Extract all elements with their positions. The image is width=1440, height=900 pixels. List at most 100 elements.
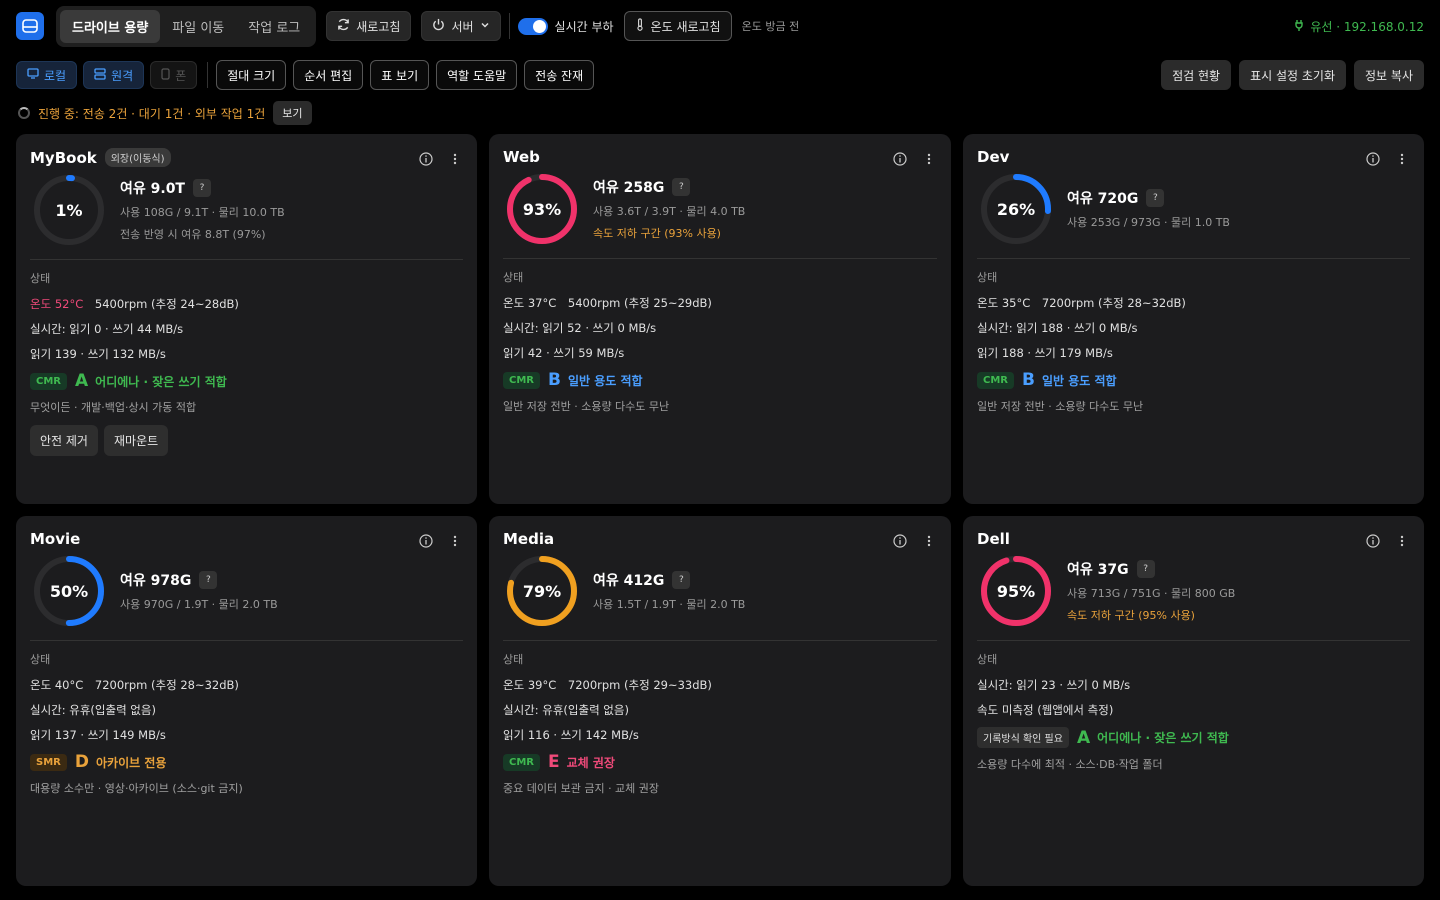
card-actions bbox=[419, 152, 457, 169]
usage-percent: 1% bbox=[55, 200, 83, 220]
filter-phone[interactable]: 폰 bbox=[150, 61, 198, 89]
info-icon[interactable] bbox=[893, 152, 907, 169]
usage-note: 일반 저장 전반 · 소용량 다수도 무난 bbox=[503, 400, 670, 413]
drive-card-mybook: MyBook 외장(이동식) 1% 여유 9.0T ? 사용 108G / 9.… bbox=[16, 134, 477, 504]
drive-name: Web bbox=[503, 148, 540, 166]
more-vertical-icon[interactable] bbox=[453, 153, 457, 168]
table-view-button[interactable]: 표 보기 bbox=[370, 60, 430, 90]
server-label: 서버 bbox=[451, 19, 474, 34]
recording-tag: CMR bbox=[30, 372, 67, 390]
usage-detail: 사용 253G / 973G · 물리 1.0 TB bbox=[1067, 216, 1230, 229]
remount-button[interactable]: 재마운트 bbox=[103, 425, 169, 456]
recording-tag: 기록방식 확인 필요 bbox=[977, 727, 1069, 748]
realtime-toggle[interactable] bbox=[517, 17, 548, 35]
status-heading: 상태 bbox=[977, 653, 998, 666]
divider bbox=[503, 258, 937, 259]
tab-job-log[interactable]: 작업 로그 bbox=[236, 10, 312, 43]
read-write-speed: 읽기 188 · 쓰기 179 MB/s bbox=[977, 346, 1113, 360]
drive-name: Movie bbox=[30, 530, 81, 548]
tab-drive-capacity[interactable]: 드라이브 용량 bbox=[60, 9, 161, 43]
usage-percent: 26% bbox=[996, 199, 1036, 219]
realtime-io: 실시간: 유휴(입출력 없음) bbox=[30, 703, 156, 717]
progress-status: 진행 중: 전송 2건 · 대기 1건 · 외부 작업 1건 보기 bbox=[18, 101, 312, 125]
divider bbox=[30, 640, 463, 641]
rpm: 5400rpm (추정 25~29dB) bbox=[567, 296, 712, 310]
tab-file-move[interactable]: 파일 이동 bbox=[160, 10, 236, 43]
role-help-button[interactable]: 역할 도움말 bbox=[436, 60, 518, 90]
more-vertical-icon[interactable] bbox=[1400, 153, 1404, 168]
grade-description: 어디에나 · 잦은 쓰기 적합 bbox=[1097, 731, 1229, 745]
more-vertical-icon[interactable] bbox=[1400, 535, 1404, 550]
info-icon[interactable] bbox=[1366, 534, 1380, 551]
temp-refresh-button[interactable]: 온도 새로고침 bbox=[623, 11, 732, 41]
grade-letter: B bbox=[1022, 370, 1035, 390]
temp-status: 온도 방금 전 bbox=[741, 20, 800, 33]
progress-view-button[interactable]: 보기 bbox=[273, 101, 312, 125]
status-heading: 상태 bbox=[503, 271, 524, 284]
more-vertical-icon[interactable] bbox=[927, 153, 931, 168]
help-icon[interactable]: ? bbox=[193, 179, 211, 197]
server-dropdown[interactable]: 서버 bbox=[421, 11, 501, 41]
usage-note: 소용량 다수에 최적 · 소스·DB·작업 폴더 bbox=[977, 758, 1163, 771]
drive-card-media: Media 79% 여유 412G ? 사용 1.5T / 1.9T · 물리 … bbox=[489, 516, 951, 886]
plug-icon bbox=[1294, 19, 1304, 34]
transfer-residue-button[interactable]: 전송 잔재 bbox=[524, 60, 595, 90]
divider bbox=[977, 640, 1410, 641]
more-vertical-icon[interactable] bbox=[927, 535, 931, 550]
free-space: 여유 978G bbox=[120, 573, 192, 589]
card-buttons: 안전 제거 재마운트 bbox=[30, 425, 463, 456]
filter-remote[interactable]: 원격 bbox=[83, 61, 145, 89]
drive-name: Dev bbox=[977, 148, 1010, 166]
help-icon[interactable]: ? bbox=[199, 571, 218, 589]
read-write-speed: 읽기 139 · 쓰기 132 MB/s bbox=[30, 347, 166, 361]
free-space: 여유 412G bbox=[593, 573, 665, 589]
grade-letter: A bbox=[1076, 727, 1091, 748]
usage-detail: 사용 3.6T / 3.9T · 물리 4.0 TB bbox=[593, 205, 746, 218]
usage-gauge: 50% bbox=[32, 554, 106, 628]
absolute-size-button[interactable]: 절대 크기 bbox=[216, 60, 287, 90]
reorder-button[interactable]: 순서 편집 bbox=[293, 60, 364, 90]
drive-name: MyBook bbox=[30, 148, 97, 167]
usage-gauge: 93% bbox=[505, 172, 579, 246]
info-icon[interactable] bbox=[1366, 152, 1380, 169]
info-icon[interactable] bbox=[419, 534, 433, 551]
free-space: 여유 720G bbox=[1067, 191, 1139, 207]
usage-detail: 사용 1.5T / 1.9T · 물리 2.0 TB bbox=[593, 598, 746, 611]
help-icon[interactable]: ? bbox=[672, 178, 691, 196]
more-vertical-icon[interactable] bbox=[453, 535, 457, 550]
filter-local-label: 로컬 bbox=[44, 68, 67, 83]
grade-description: 아카이브 전용 bbox=[95, 755, 167, 770]
grade-description: 일반 용도 적합 bbox=[567, 373, 643, 388]
info-icon[interactable] bbox=[893, 534, 907, 551]
free-space: 여유 258G bbox=[593, 180, 665, 196]
network-label: 유선 · 192.168.0.12 bbox=[1310, 20, 1424, 34]
divider bbox=[977, 258, 1410, 259]
reset-display-button[interactable]: 표시 설정 초기화 bbox=[1239, 60, 1347, 90]
free-space: 여유 37G bbox=[1067, 562, 1129, 578]
filter-remote-label: 원격 bbox=[111, 68, 134, 83]
realtime-io: 실시간: 유휴(입출력 없음) bbox=[503, 703, 629, 717]
chevron-down-icon bbox=[480, 19, 490, 33]
drive-type-badge: 외장(이동식) bbox=[104, 148, 171, 167]
recording-tag: CMR bbox=[503, 371, 540, 389]
recording-tag: CMR bbox=[503, 753, 540, 771]
temperature: 온도 35°C bbox=[977, 296, 1031, 310]
temperature: 온도 39°C bbox=[503, 678, 557, 692]
help-icon[interactable]: ? bbox=[1146, 189, 1165, 207]
realtime-io: 실시간: 읽기 23 · 쓰기 0 MB/s bbox=[977, 678, 1131, 692]
realtime-io: 실시간: 읽기 188 · 쓰기 0 MB/s bbox=[977, 321, 1138, 335]
drive-app-icon[interactable] bbox=[16, 12, 44, 40]
spinner-icon bbox=[18, 107, 30, 119]
filter-local[interactable]: 로컬 bbox=[16, 61, 78, 89]
safe-eject-button[interactable]: 안전 제거 bbox=[30, 425, 98, 456]
info-icon[interactable] bbox=[419, 152, 433, 169]
rpm: 7200rpm (추정 28~32dB) bbox=[94, 678, 239, 692]
status-heading: 상태 bbox=[503, 653, 524, 666]
copy-info-button[interactable]: 정보 복사 bbox=[1354, 60, 1424, 90]
drive-grid: MyBook 외장(이동식) 1% 여유 9.0T ? 사용 108G / 9.… bbox=[16, 134, 1424, 886]
check-status-button[interactable]: 점검 현황 bbox=[1161, 60, 1232, 90]
help-icon[interactable]: ? bbox=[672, 571, 691, 589]
refresh-button[interactable]: 새로고침 bbox=[326, 11, 412, 41]
help-icon[interactable]: ? bbox=[1136, 560, 1155, 578]
grade-letter: A bbox=[75, 371, 89, 391]
